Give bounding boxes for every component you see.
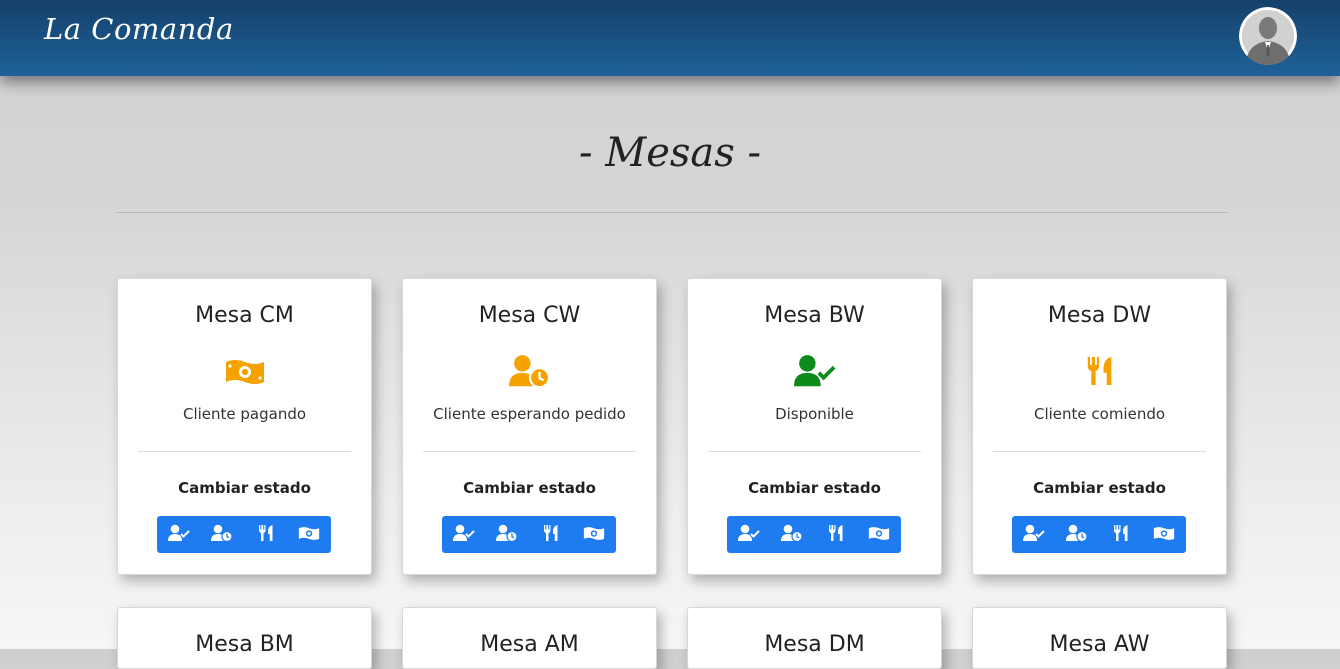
set-available-button[interactable] xyxy=(442,516,486,553)
set-waiting-button[interactable] xyxy=(1056,516,1100,553)
title-divider xyxy=(117,212,1227,213)
user-clock-icon xyxy=(509,352,551,390)
set-paying-button[interactable] xyxy=(573,516,617,553)
table-name: Mesa DW xyxy=(1047,303,1152,328)
money-bill-icon xyxy=(224,352,266,390)
status-button-group xyxy=(442,516,616,553)
table-name: Mesa AW xyxy=(1049,632,1150,657)
status-button-group xyxy=(157,516,331,553)
money-bill-icon xyxy=(583,525,605,545)
set-waiting-button[interactable] xyxy=(201,516,245,553)
table-card: Mesa AM xyxy=(402,607,657,669)
money-bill-icon xyxy=(868,525,890,545)
money-bill-icon xyxy=(1153,525,1175,545)
change-status-label: Cambiar estado xyxy=(748,479,881,497)
set-waiting-button[interactable] xyxy=(771,516,815,553)
card-divider xyxy=(138,451,351,452)
set-eating-button[interactable] xyxy=(814,516,858,553)
table-card: Mesa CM Cliente pagando Cambiar estado xyxy=(117,278,372,575)
table-card: Mesa DM xyxy=(687,607,942,669)
user-clock-icon xyxy=(211,524,233,546)
utensils-icon xyxy=(258,524,274,546)
set-available-button[interactable] xyxy=(727,516,771,553)
user-check-icon xyxy=(167,524,190,546)
user-avatar-icon[interactable] xyxy=(1239,7,1297,65)
set-paying-button[interactable] xyxy=(288,516,332,553)
table-name: Mesa DM xyxy=(764,632,865,657)
user-clock-icon xyxy=(1066,524,1088,546)
table-status: Disponible xyxy=(775,405,854,423)
set-eating-button[interactable] xyxy=(529,516,573,553)
table-card: Mesa BM xyxy=(117,607,372,669)
table-status: Cliente comiendo xyxy=(1033,405,1166,423)
table-card: Mesa DW Cliente comiendo Cambiar estado xyxy=(972,278,1227,575)
utensils-icon xyxy=(1079,352,1121,390)
change-status-label: Cambiar estado xyxy=(463,479,596,497)
user-check-icon xyxy=(737,524,760,546)
page-title: - Mesas - xyxy=(579,130,761,176)
brand-logo[interactable]: La Comanda xyxy=(44,12,234,46)
table-card: Mesa AW xyxy=(972,607,1227,669)
user-clock-icon xyxy=(781,524,803,546)
table-name: Mesa CM xyxy=(195,303,294,328)
change-status-label: Cambiar estado xyxy=(1033,479,1166,497)
card-divider xyxy=(993,451,1206,452)
status-button-group xyxy=(727,516,901,553)
table-name: Mesa BM xyxy=(195,632,294,657)
set-eating-button[interactable] xyxy=(1099,516,1143,553)
user-clock-icon xyxy=(496,524,518,546)
set-eating-button[interactable] xyxy=(244,516,288,553)
table-status: Cliente esperando pedido xyxy=(433,405,626,423)
utensils-icon xyxy=(1113,524,1129,546)
table-status: Cliente pagando xyxy=(182,405,307,423)
status-button-group xyxy=(1012,516,1186,553)
set-paying-button[interactable] xyxy=(858,516,902,553)
set-available-button[interactable] xyxy=(1012,516,1056,553)
user-check-icon xyxy=(452,524,475,546)
card-divider xyxy=(423,451,636,452)
utensils-icon xyxy=(543,524,559,546)
table-card: Mesa BW Disponible Cambiar estado xyxy=(687,278,942,575)
money-bill-icon xyxy=(298,525,320,545)
table-name: Mesa CW xyxy=(478,303,581,328)
user-check-icon xyxy=(794,352,836,390)
user-check-icon xyxy=(1022,524,1045,546)
table-name: Mesa BW xyxy=(764,303,865,328)
table-name: Mesa AM xyxy=(480,632,579,657)
set-paying-button[interactable] xyxy=(1143,516,1187,553)
top-navbar: La Comanda xyxy=(0,0,1340,76)
card-divider xyxy=(708,451,921,452)
utensils-icon xyxy=(828,524,844,546)
table-card: Mesa CW Cliente esperando pedido Cambiar… xyxy=(402,278,657,575)
change-status-label: Cambiar estado xyxy=(178,479,311,497)
set-waiting-button[interactable] xyxy=(486,516,530,553)
set-available-button[interactable] xyxy=(157,516,201,553)
